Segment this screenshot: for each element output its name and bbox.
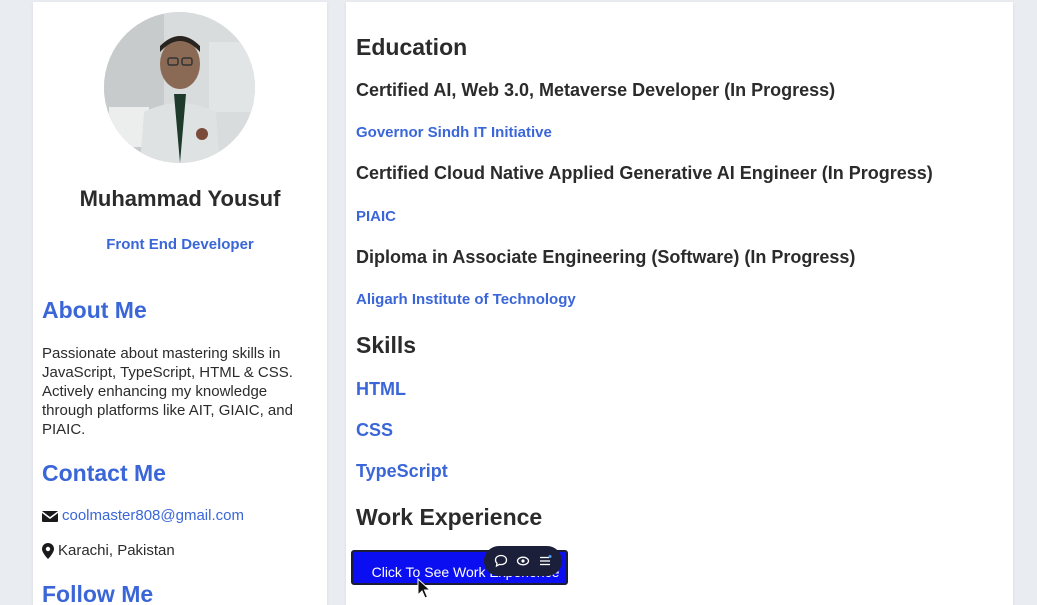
- institute-name: Governor Sindh IT Initiative: [356, 124, 552, 141]
- list-icon[interactable]: [537, 553, 553, 569]
- contact-email-row: coolmaster808@gmail.com: [41, 507, 244, 524]
- avatar-photo: [104, 12, 255, 163]
- eye-icon[interactable]: [515, 553, 531, 569]
- institute-name: Aligarh Institute of Technology: [356, 291, 576, 308]
- about-text: Passionate about mastering skills in Jav…: [42, 345, 293, 438]
- degree-title: Diploma in Associate Engineering (Softwa…: [356, 247, 856, 267]
- envelope-icon: [41, 508, 59, 524]
- contact-location-row: Karachi, Pakistan: [42, 542, 175, 559]
- skill-item: TypeScript: [356, 461, 448, 481]
- degree-title: Certified Cloud Native Applied Generativ…: [356, 163, 933, 183]
- avatar: [104, 12, 255, 163]
- resume-details-card: Education Certified AI, Web 3.0, Metaver…: [346, 2, 1013, 605]
- contact-heading: Contact Me: [42, 460, 166, 486]
- profile-role: Front End Developer: [106, 236, 254, 253]
- degree-title: Certified AI, Web 3.0, Metaverse Develop…: [356, 80, 836, 100]
- map-marker-icon: [42, 542, 54, 559]
- work-experience-heading: Work Experience: [356, 504, 543, 530]
- comment-icon[interactable]: [493, 553, 509, 569]
- skill-item: HTML: [356, 379, 406, 399]
- skill-item: CSS: [356, 420, 394, 440]
- about-heading: About Me: [42, 297, 147, 323]
- follow-heading: Follow Me: [42, 581, 154, 605]
- profile-card: Muhammad Yousuf Front End Developer Abou…: [33, 2, 327, 605]
- location-text: Karachi, Pakistan: [58, 542, 175, 559]
- institute-name: PIAIC: [356, 208, 397, 225]
- email-link[interactable]: coolmaster808@gmail.com: [62, 507, 244, 524]
- education-heading: Education: [356, 34, 468, 60]
- skills-heading: Skills: [356, 332, 417, 358]
- profile-name: Muhammad Yousuf: [79, 186, 281, 211]
- mouse-cursor-icon: [417, 578, 431, 599]
- floating-toolbar: [484, 546, 562, 576]
